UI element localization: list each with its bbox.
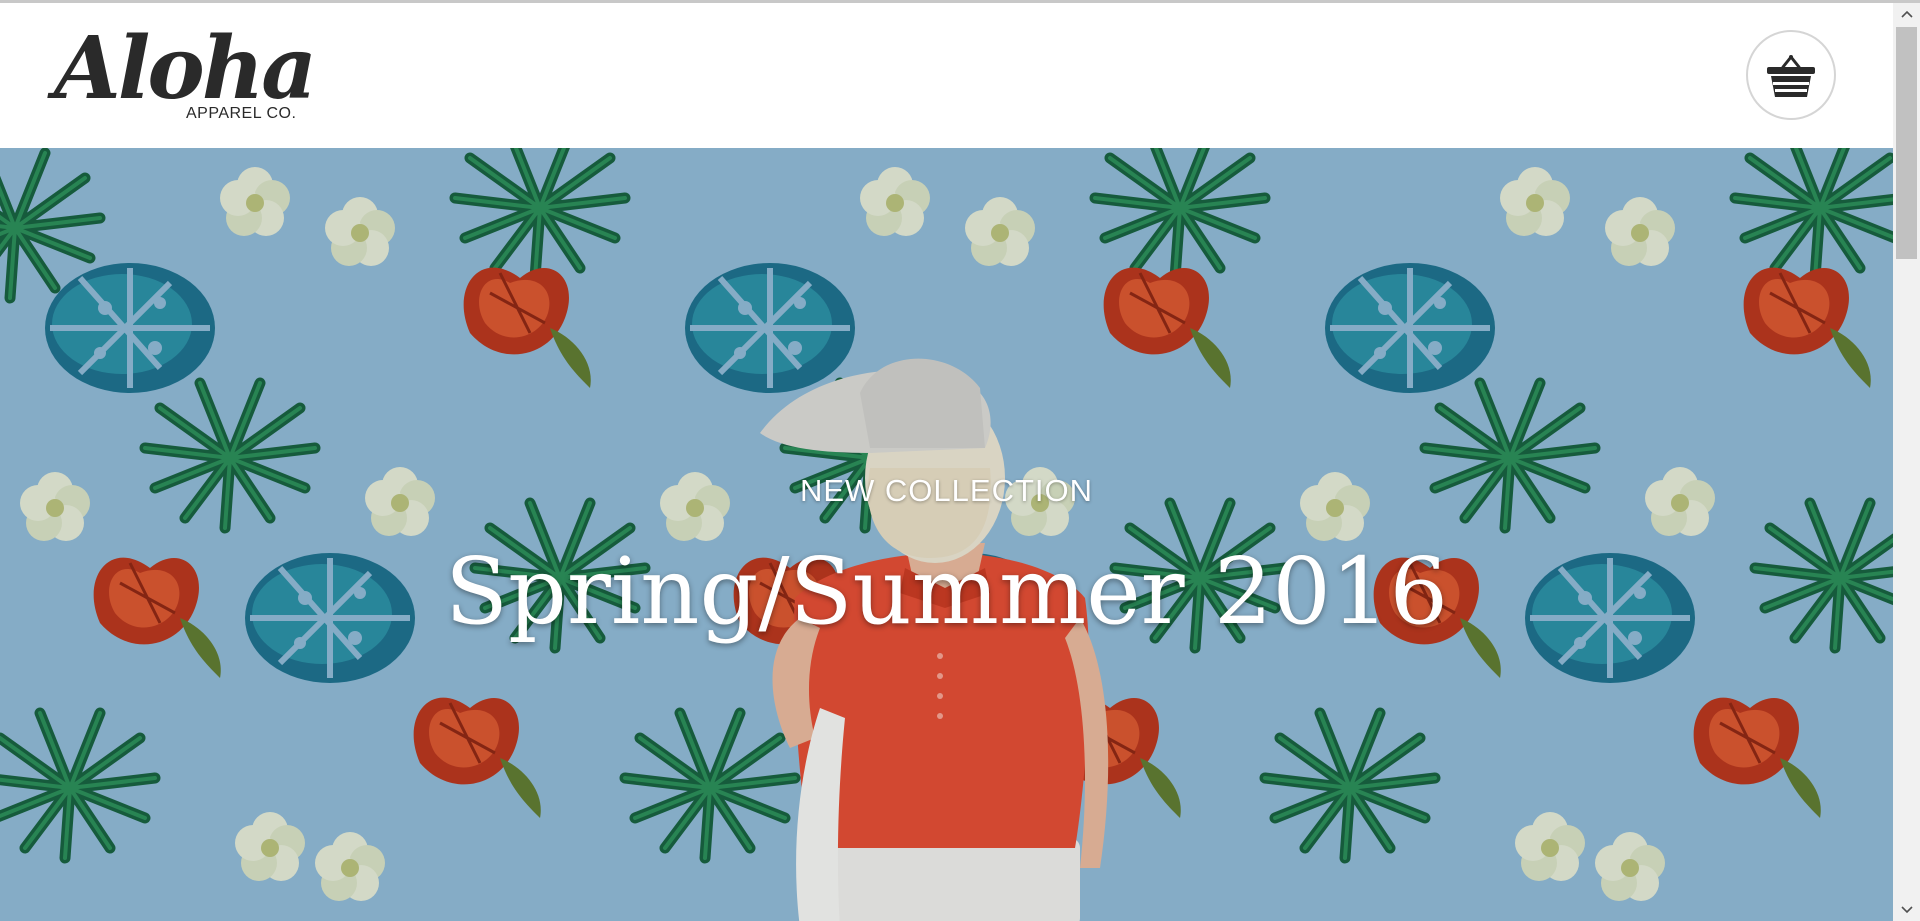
hero-title: Spring/Summer 2016 — [444, 538, 1448, 645]
hero-eyebrow: NEW COLLECTION — [799, 473, 1094, 508]
scroll-thumb[interactable] — [1896, 27, 1917, 259]
vertical-scrollbar[interactable] — [1893, 3, 1920, 921]
scroll-down-button[interactable] — [1893, 899, 1920, 921]
logo-subtitle: APPAREL CO. — [186, 105, 297, 122]
logo-script-text: Aloha — [54, 18, 317, 119]
page: Aloha APPAREL CO. NEW COLLECTION Spring/… — [0, 3, 1893, 921]
site-header: Aloha APPAREL CO. — [0, 3, 1893, 148]
brand-logo[interactable]: Aloha APPAREL CO. — [54, 18, 317, 131]
scroll-up-button[interactable] — [1893, 3, 1920, 25]
chevron-down-icon — [1900, 906, 1913, 914]
hero-banner[interactable]: NEW COLLECTION Spring/Summer 2016 — [0, 148, 1893, 921]
cart-button[interactable] — [1746, 30, 1836, 120]
basket-icon — [1767, 55, 1815, 97]
hero-background-image — [0, 148, 1893, 921]
chevron-up-icon — [1900, 10, 1913, 18]
